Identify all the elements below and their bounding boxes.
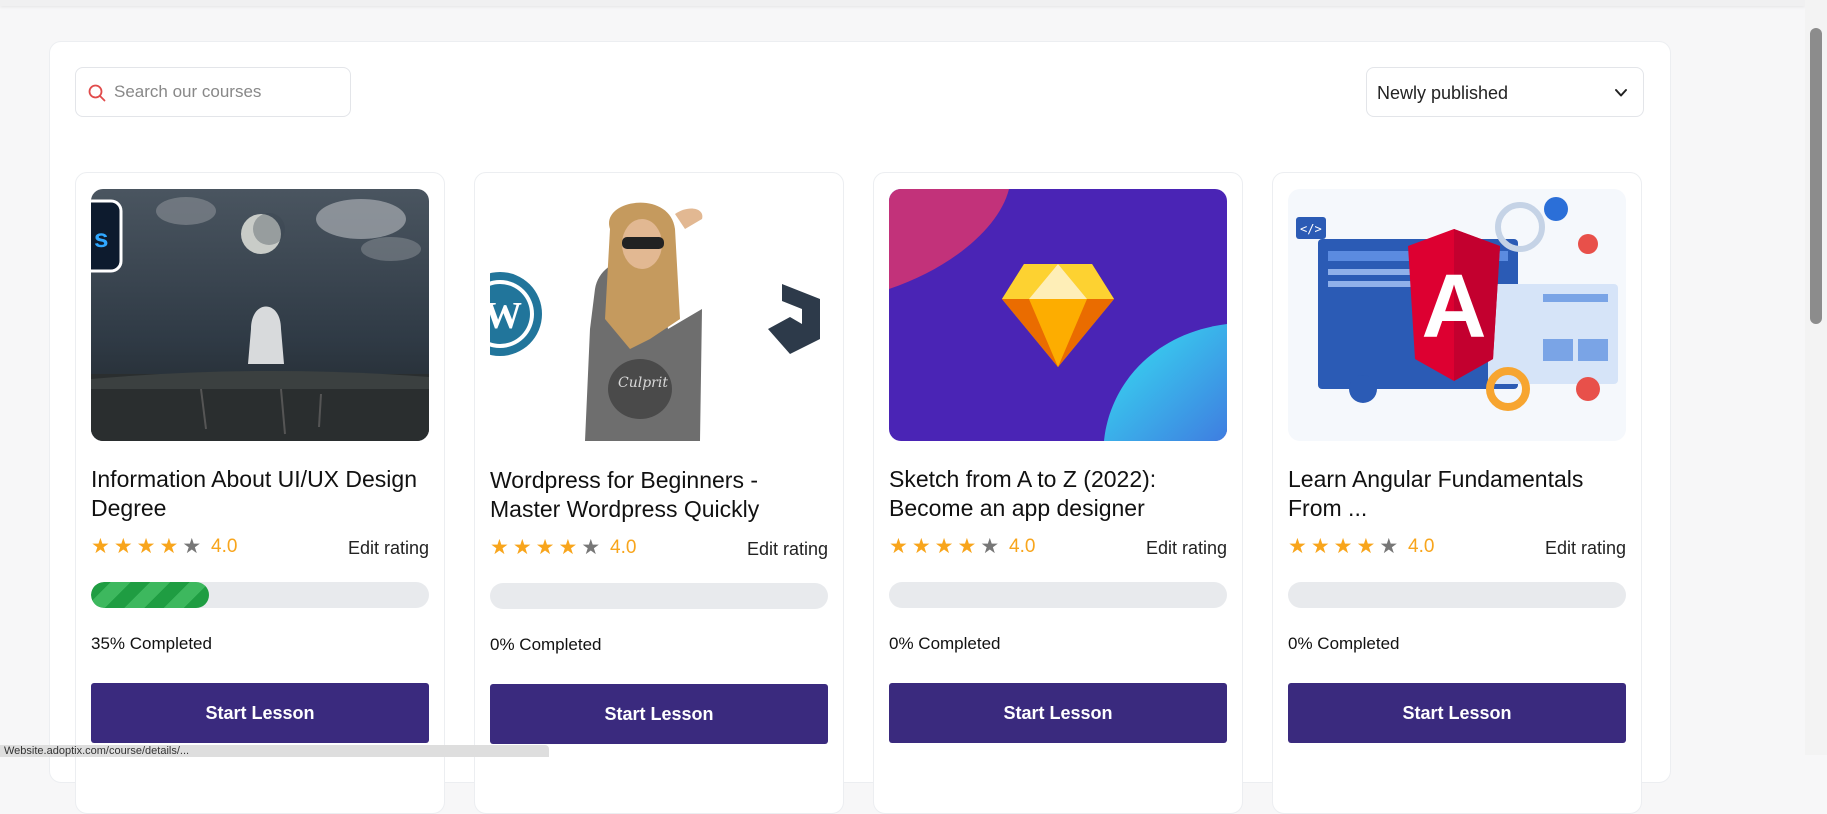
scrollbar-thumb[interactable] [1810, 28, 1822, 324]
star-rating-icons: ★★★★★ [91, 535, 206, 558]
edit-rating-link[interactable]: Edit rating [1146, 537, 1227, 559]
rating-value: 4.0 [610, 537, 637, 558]
course-card: s Information About UI/UX Design Degree … [75, 172, 445, 814]
start-lesson-button[interactable]: Start Lesson [889, 683, 1227, 743]
course-thumbnail-sketch[interactable] [889, 189, 1227, 441]
rating-value: 4.0 [211, 536, 238, 557]
search-box[interactable] [75, 67, 351, 117]
course-rating: ★★★★★ 4.0 Edit rating [91, 535, 429, 559]
progress-label: 35% Completed [91, 634, 212, 653]
progress-label: 0% Completed [1288, 634, 1400, 653]
course-card: W Culprit Wordpress for Beginners - Mast… [474, 172, 844, 814]
progress-bar [1288, 582, 1626, 608]
course-rating: ★★★★★ 4.0 Edit rating [889, 535, 1227, 559]
course-title[interactable]: Sketch from A to Z (2022): Become an app… [889, 465, 1219, 523]
progress-bar [91, 582, 429, 608]
progress-bar [490, 583, 828, 609]
course-thumbnail-wordpress[interactable]: W Culprit [490, 189, 828, 441]
rating-value: 4.0 [1009, 536, 1036, 557]
courses-panel: Newly published [49, 41, 1671, 814]
top-bar [0, 0, 1805, 6]
start-lesson-button[interactable]: Start Lesson [1288, 683, 1626, 743]
star-rating-icons: ★★★★★ [490, 536, 605, 559]
star-rating-icons: ★★★★★ [889, 535, 1004, 558]
course-title[interactable]: Information About UI/UX Design Degree [91, 465, 421, 523]
course-title[interactable]: Learn Angular Fundamentals From ... [1288, 465, 1618, 523]
svg-text:</>: </> [1300, 222, 1322, 236]
course-card: Sketch from A to Z (2022): Become an app… [873, 172, 1243, 814]
course-rating: ★★★★★ 4.0 Edit rating [1288, 535, 1626, 559]
sort-selected-value: Newly published [1377, 83, 1509, 103]
progress-label: 0% Completed [490, 635, 602, 654]
course-card: </> A Learn Angular Fundamentals From ..… [1272, 172, 1642, 814]
sort-dropdown[interactable]: Newly published [1366, 67, 1644, 117]
edit-rating-link[interactable]: Edit rating [1545, 537, 1626, 559]
search-input[interactable] [112, 69, 344, 115]
start-lesson-button[interactable]: Start Lesson [91, 683, 429, 743]
progress-bar [889, 582, 1227, 608]
start-lesson-button[interactable]: Start Lesson [490, 684, 828, 744]
svg-text:A: A [1422, 257, 1487, 357]
svg-text:W: W [490, 295, 522, 337]
svg-text:s: s [94, 223, 108, 253]
edit-rating-link[interactable]: Edit rating [747, 538, 828, 560]
star-rating-icons: ★★★★★ [1288, 535, 1403, 558]
search-icon [88, 84, 106, 102]
course-title[interactable]: Wordpress for Beginners - Master Wordpre… [490, 466, 820, 524]
course-rating: ★★★★★ 4.0 Edit rating [490, 536, 828, 560]
page-scrollbar[interactable] [1805, 0, 1827, 755]
edit-rating-link[interactable]: Edit rating [348, 537, 429, 559]
progress-label: 0% Completed [889, 634, 1001, 653]
rating-value: 4.0 [1408, 536, 1435, 557]
svg-text:Culprit: Culprit [618, 375, 668, 391]
course-thumbnail-ghost[interactable]: s [91, 189, 429, 441]
chevron-down-icon [1615, 89, 1627, 97]
progress-fill [91, 582, 210, 608]
browser-status-bar: Website.adoptix.com/course/details/... [0, 745, 549, 757]
course-thumbnail-angular[interactable]: </> A [1288, 189, 1626, 441]
